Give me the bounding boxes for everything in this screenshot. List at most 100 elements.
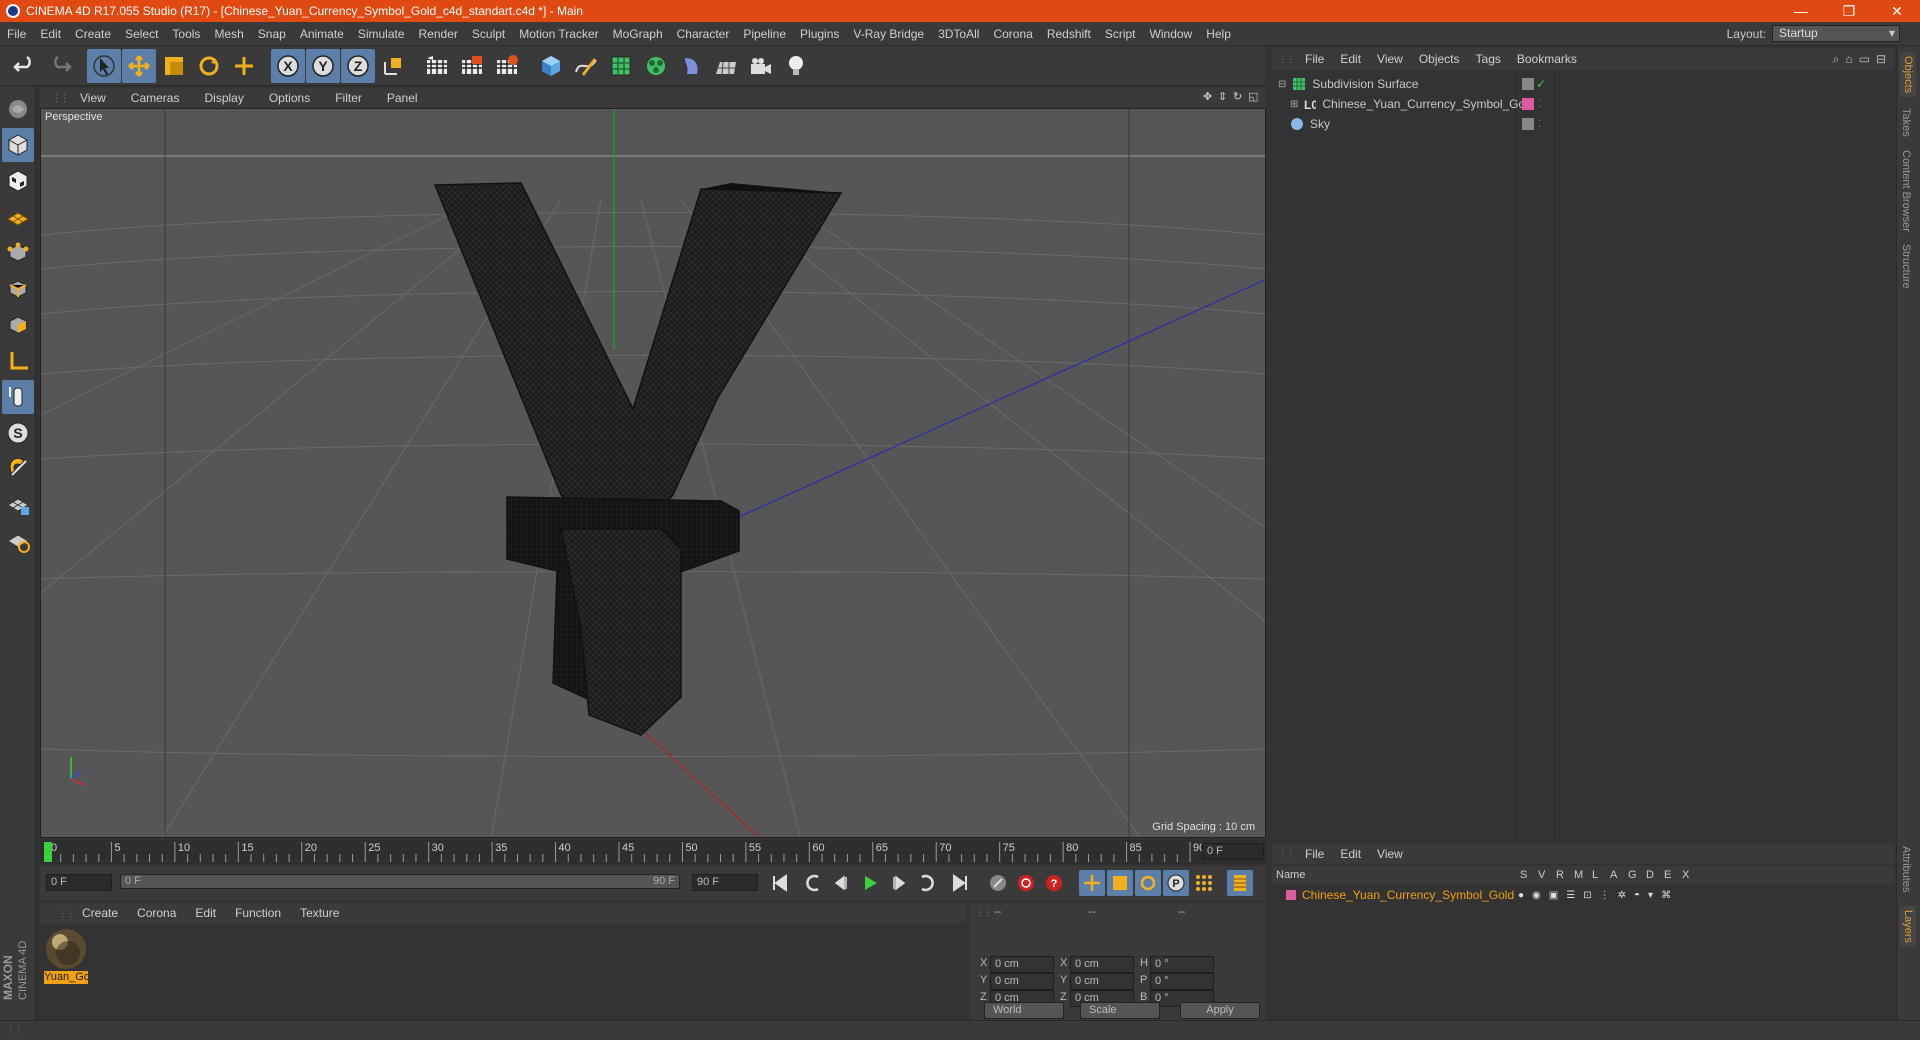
- menu-motion-tracker[interactable]: Motion Tracker: [512, 27, 605, 41]
- render-view-icon[interactable]: [420, 49, 454, 83]
- minimize-panel-icon[interactable]: ▭: [1859, 52, 1870, 67]
- search-icon[interactable]: ⌕: [1833, 52, 1840, 67]
- autokey-icon[interactable]: ?: [1041, 870, 1067, 896]
- menu-render[interactable]: Render: [412, 27, 465, 41]
- viewport-menu-view[interactable]: View: [68, 91, 119, 105]
- scale-icon[interactable]: [157, 49, 191, 83]
- panel-grip-icon[interactable]: ⋮⋮: [1278, 849, 1295, 860]
- layer-col-d[interactable]: D: [1646, 869, 1664, 881]
- layer-menu-file[interactable]: File: [1298, 847, 1333, 861]
- coord-value-field[interactable]: 0 cm: [1070, 956, 1134, 973]
- coord-value-field[interactable]: 0 cm: [990, 956, 1054, 973]
- prev-key-icon[interactable]: [801, 870, 827, 896]
- layer-solo-icon[interactable]: ●: [1518, 890, 1524, 901]
- menu-3dtoall[interactable]: 3DToAll: [931, 27, 986, 41]
- points-mode-icon[interactable]: [2, 236, 34, 270]
- deformer-icon[interactable]: [674, 49, 708, 83]
- menu-create[interactable]: Create: [68, 27, 118, 41]
- model-mode-icon[interactable]: [1, 128, 34, 162]
- tab-attributes[interactable]: Attributes: [1900, 846, 1912, 892]
- key-param-icon[interactable]: P: [1163, 870, 1189, 896]
- record-icon[interactable]: [1013, 870, 1039, 896]
- menu-mograph[interactable]: MoGraph: [606, 27, 670, 41]
- tab-objects[interactable]: Objects: [1900, 52, 1916, 98]
- object-row-yuan[interactable]: ⊞ L0 Chinese_Yuan_Currency_Symbol_Gold ⁚: [1272, 94, 1894, 114]
- object-menu-view[interactable]: View: [1370, 52, 1412, 66]
- layer-col-r[interactable]: R: [1556, 869, 1574, 881]
- add-object-icon[interactable]: [227, 49, 261, 83]
- viewport-rotate-icon[interactable]: ↻: [1233, 90, 1245, 104]
- frame-range-slider[interactable]: 0 F 90 F: [120, 874, 680, 889]
- play-icon[interactable]: [857, 870, 883, 896]
- layout-dropdown[interactable]: Startup: [1772, 25, 1900, 42]
- cloner-icon[interactable]: [639, 49, 673, 83]
- keyframe-select-icon[interactable]: [985, 870, 1011, 896]
- x-axis-icon[interactable]: X: [271, 48, 305, 83]
- layer-col-x[interactable]: X: [1682, 869, 1700, 881]
- panel-grip-icon[interactable]: ⋮⋮: [58, 908, 75, 919]
- tab-takes[interactable]: Takes: [1900, 108, 1912, 137]
- object-menu-objects[interactable]: Objects: [1412, 52, 1469, 66]
- visibility-toggle-icon[interactable]: [1522, 118, 1534, 130]
- perspective-viewport[interactable]: Perspective Grid Spacing : 10 cm: [40, 108, 1266, 838]
- edit-render-settings-icon[interactable]: [490, 49, 524, 83]
- material-menu-create[interactable]: Create: [74, 906, 129, 920]
- object-menu-bookmarks[interactable]: Bookmarks: [1510, 52, 1586, 66]
- panel-grip-icon[interactable]: ⋮⋮: [52, 93, 69, 104]
- collapse-icon[interactable]: ⊟: [1278, 79, 1286, 90]
- layer-col-l[interactable]: L: [1592, 869, 1610, 881]
- layer-col-g[interactable]: G: [1628, 869, 1646, 881]
- layer-animation-icon[interactable]: ⋮: [1600, 890, 1610, 901]
- next-frame-icon[interactable]: [885, 870, 911, 896]
- layer-color-swatch[interactable]: [1286, 890, 1296, 900]
- menu-snap[interactable]: Snap: [251, 27, 293, 41]
- layer-manager-icon[interactable]: ☰: [1566, 890, 1575, 901]
- prev-frame-icon[interactable]: [829, 870, 855, 896]
- edges-mode-icon[interactable]: [2, 272, 34, 306]
- menu-plugins[interactable]: Plugins: [793, 27, 846, 41]
- material-menu-edit[interactable]: Edit: [187, 906, 227, 920]
- menu-mesh[interactable]: Mesh: [207, 27, 250, 41]
- viewport-menu-panel[interactable]: Panel: [375, 91, 431, 105]
- timeline-ruler[interactable]: 0 5 10 15 20 25 30 35 40 45 50 55 60 65 70 75 80 85 90 0 F: [40, 840, 1266, 864]
- panel-grip-icon[interactable]: ⋮⋮: [976, 907, 993, 918]
- menu-select[interactable]: Select: [118, 27, 165, 41]
- solo-icon[interactable]: [2, 524, 34, 558]
- viewport-maximize-icon[interactable]: ◱: [1248, 90, 1260, 104]
- texture-mode-icon[interactable]: [2, 164, 34, 198]
- menu-pipeline[interactable]: Pipeline: [736, 27, 793, 41]
- tab-structure[interactable]: Structure: [1900, 244, 1912, 289]
- subdivision-icon[interactable]: [604, 49, 638, 83]
- tab-content-browser[interactable]: Content Browser: [1900, 150, 1912, 232]
- layer-expression-icon[interactable]: ▾: [1648, 890, 1653, 901]
- viewport-menu-options[interactable]: Options: [257, 91, 323, 105]
- floor-scene-icon[interactable]: [709, 49, 743, 83]
- end-frame-field[interactable]: 90 F: [692, 874, 758, 891]
- minimize-icon[interactable]: —: [1778, 0, 1824, 22]
- select-arrow-icon[interactable]: [87, 48, 121, 83]
- render-picture-viewer-icon[interactable]: [455, 49, 489, 83]
- object-menu-edit[interactable]: Edit: [1333, 52, 1370, 66]
- rotate-icon[interactable]: [192, 49, 226, 83]
- menu-simulate[interactable]: Simulate: [351, 27, 412, 41]
- render-dots-icon[interactable]: ⁚: [1538, 99, 1541, 110]
- coord-mode-dropdown[interactable]: World: [984, 1002, 1064, 1019]
- coord-value-field[interactable]: 0 cm: [990, 973, 1054, 990]
- layer-row[interactable]: Chinese_Yuan_Currency_Symbol_Gold ● ◉ ▣ …: [1272, 886, 1894, 904]
- material-menu-texture[interactable]: Texture: [292, 906, 350, 920]
- panel-grip-icon[interactable]: ⋮⋮: [6, 1025, 23, 1036]
- menu-vray-bridge[interactable]: V-Ray Bridge: [846, 27, 931, 41]
- expand-icon[interactable]: ⊞: [1290, 99, 1298, 110]
- make-editable-icon[interactable]: [2, 92, 34, 126]
- layer-menu-edit[interactable]: Edit: [1333, 847, 1370, 861]
- start-frame-field[interactable]: 0 F: [46, 874, 112, 891]
- viewport-menu-display[interactable]: Display: [192, 91, 256, 105]
- menu-window[interactable]: Window: [1143, 27, 1200, 41]
- viewport-menu-filter[interactable]: Filter: [323, 91, 375, 105]
- key-scale-icon[interactable]: [1107, 870, 1133, 896]
- playhead-marker[interactable]: [44, 842, 52, 862]
- yuan-symbol-model[interactable]: [433, 182, 843, 736]
- coord-value-field[interactable]: 0 °: [1150, 956, 1214, 973]
- material-menu-function[interactable]: Function: [227, 906, 292, 920]
- object-row-subdivision[interactable]: ⊟ Subdivision Surface ✓: [1272, 74, 1894, 94]
